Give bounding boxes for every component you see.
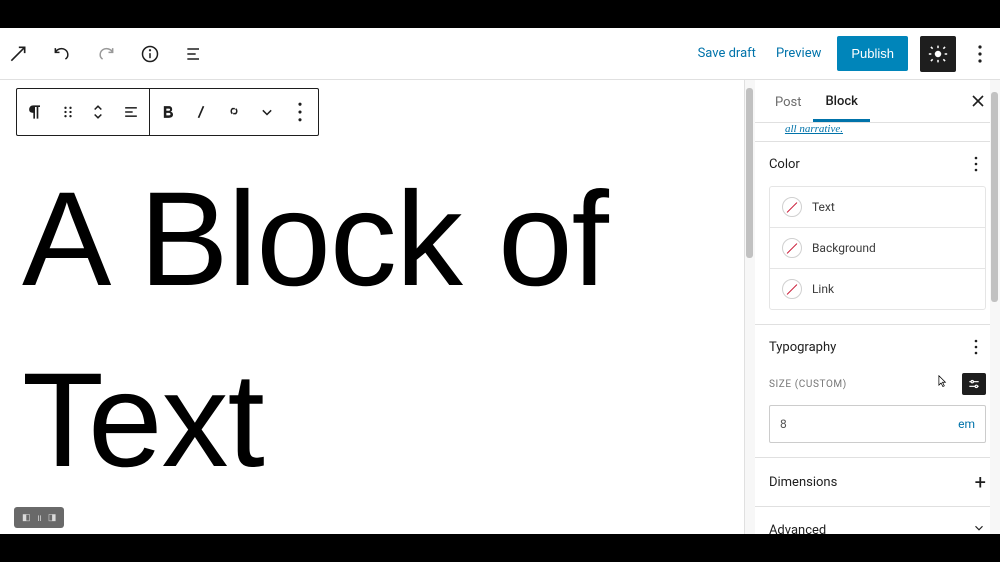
content-area[interactable]: A Block of Text [0,80,744,512]
panel-color-head[interactable]: Color [755,142,1000,186]
panel-typography-title: Typography [769,340,836,355]
undo-button[interactable] [44,36,80,72]
sidebar-scrollbar-thumb[interactable] [991,92,998,302]
close-sidebar-button[interactable] [964,87,992,115]
color-link-row[interactable]: Link [770,268,985,309]
plus-icon[interactable]: + [975,472,986,492]
sidebar-scrollbar[interactable] [990,80,1000,534]
swatch-none-icon [782,279,802,299]
bold-button[interactable] [150,89,186,135]
color-background-row[interactable]: Background [770,227,985,268]
color-options-icon[interactable] [966,156,986,172]
paragraph-block-icon[interactable] [17,89,53,135]
color-text-row[interactable]: Text [770,187,985,227]
swatch-none-icon [782,197,802,217]
size-preset-toggle-button[interactable] [962,373,986,395]
panel-advanced: Advanced [755,506,1000,534]
header-right-controls: Save draft Preview Publish [694,36,992,72]
publish-button[interactable]: Publish [837,36,908,71]
panel-color: Color Text Background [755,141,1000,324]
italic-button[interactable] [186,89,216,135]
editor-canvas[interactable]: A Block of Text ◧ ॥ ◨ [0,80,744,534]
footer-icon-3: ◨ [48,513,57,523]
add-block-icon[interactable] [0,36,36,72]
save-draft-button[interactable]: Save draft [694,38,760,69]
color-list: Text Background Link [769,186,986,310]
panel-dimensions-title: Dimensions [769,475,837,490]
size-input-wrapper[interactable]: 8 em [769,405,986,443]
header-left-controls [8,36,212,72]
align-button[interactable] [113,89,149,135]
settings-sidebar: Post Block all narrative. Color [755,80,1000,534]
footer-icon-1: ◧ [22,513,31,523]
outline-button[interactable] [176,36,212,72]
footer-icon-2: ॥ [37,511,42,524]
letterbox-top [0,0,1000,28]
tab-block[interactable]: Block [813,80,869,122]
size-label-row: Size (custom) [755,369,1000,401]
preview-button[interactable]: Preview [772,38,825,69]
more-rich-text-icon[interactable] [252,89,282,135]
drag-handle-icon[interactable] [53,89,83,135]
canvas-scrollbar[interactable] [745,80,755,534]
color-link-label: Link [812,282,834,296]
size-unit-select[interactable]: em [958,417,975,431]
panel-color-title: Color [769,157,800,172]
size-label-text: Size (custom) [769,379,847,390]
panel-dimensions: Dimensions + [755,457,1000,506]
color-bg-label: Background [812,241,876,255]
typography-options-icon[interactable] [966,339,986,355]
panel-advanced-title: Advanced [769,523,826,535]
redo-button[interactable] [88,36,124,72]
sidebar-wrap: Post Block all narrative. Color [744,80,1000,534]
breadcrumb-footer[interactable]: ◧ ॥ ◨ [14,507,64,528]
scrollbar-thumb[interactable] [746,88,753,258]
move-updown-icon[interactable] [83,89,113,135]
editor-app: Save draft Preview Publish [0,28,1000,534]
sidebar-tabs: Post Block [755,80,1000,123]
settings-button[interactable] [920,36,956,72]
swatch-none-icon [782,238,802,258]
letterbox-bottom [0,534,1000,562]
block-description-fragment: all narrative. [785,123,984,135]
details-button[interactable] [132,36,168,72]
block-toolbar [16,88,319,136]
block-options-button[interactable] [282,89,318,135]
link-button[interactable] [216,89,252,135]
panel-typography: Typography Size (custom) 8 em [755,324,1000,457]
editor-header: Save draft Preview Publish [0,28,1000,80]
editor-body: A Block of Text ◧ ॥ ◨ Post Block [0,80,1000,534]
panel-advanced-head[interactable]: Advanced [755,507,1000,534]
panel-typography-head[interactable]: Typography [755,325,1000,369]
tab-post[interactable]: Post [763,81,814,122]
size-value[interactable]: 8 [780,417,787,431]
color-text-label: Text [812,200,835,214]
more-options-button[interactable] [968,36,992,72]
chevron-down-icon[interactable] [972,521,986,534]
paragraph-text[interactable]: A Block of Text [22,150,722,512]
panel-dimensions-head[interactable]: Dimensions + [755,458,1000,506]
